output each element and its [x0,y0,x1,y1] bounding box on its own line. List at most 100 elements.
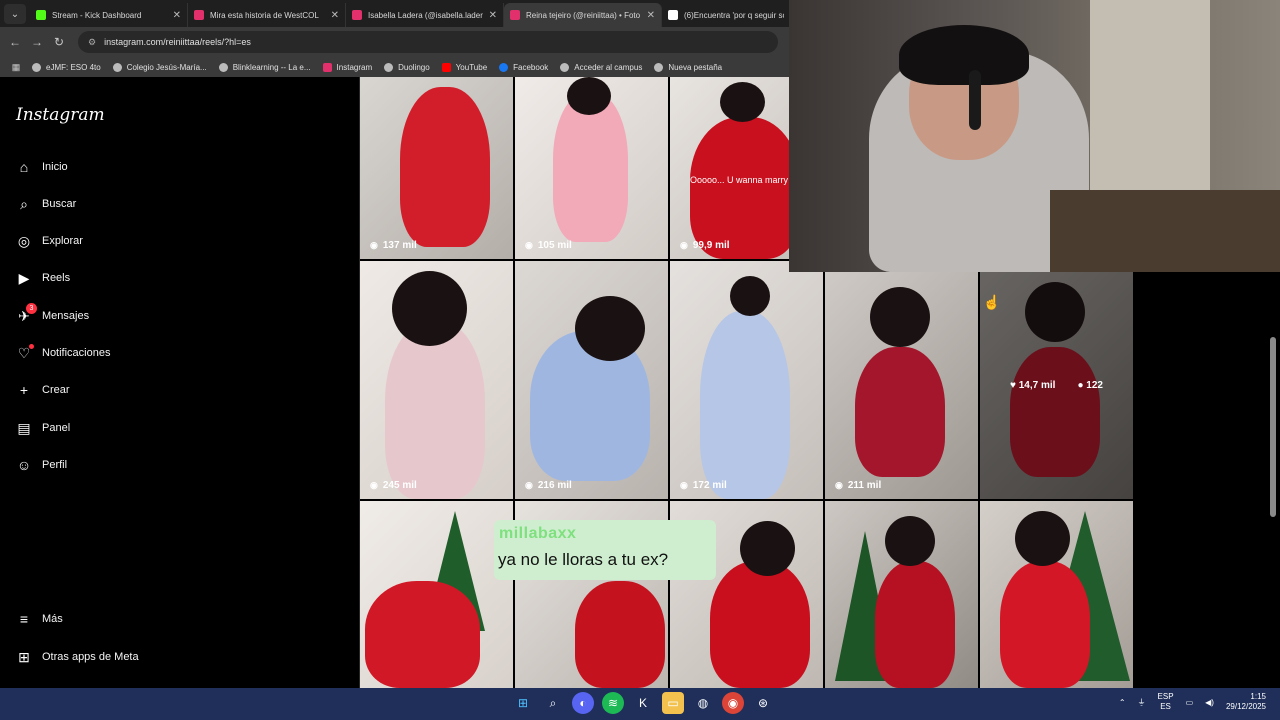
capcut-icon[interactable]: K [632,692,654,714]
chat-username: millabaxx [499,525,577,542]
windows-start-icon[interactable]: ⊞ [512,692,534,714]
reel-thumbnail[interactable]: ◉ 211 mil [825,272,978,499]
nav-buscar[interactable]: ⌕ Buscar [14,191,214,217]
reel-subject [400,87,490,247]
nav-label: Más [42,613,63,625]
meta-apps-icon: ⊞ [18,648,30,665]
chat-message: ya no le lloras a tu ex? [498,550,669,569]
nav-mas[interactable]: ≡ Más [14,606,214,632]
bookmark-item[interactable]: Facebook [499,62,548,72]
home-icon: ⌂ [19,159,29,175]
reel-thumbnail[interactable]: ◉ 245 mil [360,261,513,499]
nav-panel[interactable]: ▤ Panel [14,415,214,441]
reel-thumbnail[interactable]: ◉ 105 mil [515,77,668,259]
tab-search-button[interactable]: ⌄ [4,4,26,24]
reel-thumbnail-hovered[interactable]: ♥ 14,7 mil ● 122 [980,272,1133,499]
clock-date: 29/12/2025 [1225,702,1266,711]
windows-taskbar: ⊞ ⌕ ◐ ≋ K ▭ ◍ ◉ ⊛ ⌃ ⏚ ESP ES ▭ ◀) 1:15 2… [0,688,1280,720]
bookmark-label: Instagram [336,62,373,72]
reel-subject-head [870,287,930,347]
obs-icon[interactable]: ◍ [692,692,714,714]
apps-grid-icon[interactable]: ▦ [6,62,26,73]
reel-thumbnail[interactable] [360,501,513,688]
reload-icon[interactable]: ↻ [48,35,70,49]
bookmark-label: Colegio Jesús-María... [126,62,207,72]
sidebar: Instagram ⌂ Inicio ⌕ Buscar ◎ Explorar ▶… [0,77,360,688]
reel-thumbnail[interactable]: ◉ 137 mil [360,77,513,259]
view-count: ◉ 216 mil [525,480,572,491]
chrome-icon[interactable]: ◉ [722,692,744,714]
clock[interactable]: 1:15 29/12/2025 [1226,692,1266,712]
messages-badge: 3 [26,303,37,314]
instagram-logo[interactable]: Instagram [16,105,105,125]
nav-label: Perfil [42,459,68,471]
close-icon[interactable]: ✕ [647,10,655,21]
chevron-up-icon[interactable]: ⌃ [1119,698,1126,707]
forward-arrow-icon[interactable]: → [26,35,48,49]
tab-tiktok[interactable]: (6)Encuentra 'por q seguir solo [662,3,790,27]
bookmark-label: Nueva pestaña [668,62,723,72]
reel-subject-head [885,516,935,566]
bookmark-item[interactable]: Colegio Jesús-María... [112,62,207,72]
view-count: ◉ 245 mil [370,480,417,491]
nav-perfil[interactable]: ☺ Perfil [14,452,214,478]
bookmark-item[interactable]: Acceder al campus [560,62,642,72]
nav-mensajes[interactable]: ✈ 3 Mensajes [14,303,214,329]
url-bar[interactable]: ⚙ instagram.com/reiniittaa/reels/?hl=es [78,31,778,53]
tab-isabella[interactable]: Isabella Ladera (@isabella.lader ✕ [346,3,504,27]
nav-explorar[interactable]: ◎ Explorar [14,228,214,254]
tab-westcol-story[interactable]: Mira esta historia de WestCOL ✕ [188,3,346,27]
bookmark-item[interactable]: Instagram [322,62,373,72]
globe-icon [218,62,228,72]
globe-icon [384,62,394,72]
nav-inicio[interactable]: ⌂ Inicio [14,154,214,180]
file-explorer-icon[interactable]: ▭ [662,692,684,714]
volume-icon[interactable]: ◀) [1205,698,1214,707]
site-info-icon[interactable]: ⚙ [88,37,96,48]
view-count-text: 245 mil [382,480,417,491]
reel-thumbnail[interactable]: ◉ 216 mil [515,261,668,499]
comments-count: 122 [1086,380,1103,391]
network-icon[interactable]: ▭ [1186,698,1194,707]
eye-icon: ◉ [835,480,843,490]
eye-icon: ◉ [680,480,688,490]
view-count: ◉ 105 mil [525,240,572,251]
instagram-icon [194,10,204,20]
view-count-text: 172 mil [692,480,727,491]
streamer-hair [899,25,1029,85]
reel-thumbnail[interactable] [980,501,1133,688]
bookmark-label: eJMF: ESO 4to [46,62,101,72]
mouse-cursor-icon: ☝ [983,294,1001,310]
nav-crear[interactable]: + Crear [14,377,214,403]
back-arrow-icon[interactable]: ← [4,35,26,49]
discord-icon[interactable]: ◐ [572,692,594,714]
tab-reina[interactable]: Reina tejeiro (@reiniittaa) • Foto ✕ [504,3,662,27]
close-icon[interactable]: ✕ [331,10,339,21]
compass-icon: ◎ [17,232,31,249]
taskbar-apps: ⊞ ⌕ ◐ ≋ K ▭ ◍ ◉ ⊛ [512,692,774,714]
tab-kick[interactable]: Stream - Kick Dashboard ✕ [30,3,188,27]
bookmark-item[interactable]: YouTube [441,62,487,72]
reel-thumbnail[interactable] [825,501,978,688]
page-scrollbar[interactable] [1270,337,1276,517]
nav-reels[interactable]: ▶ Reels [14,265,214,291]
nav-label: Explorar [42,235,83,247]
reel-subject-head [567,77,611,115]
microphone-icon[interactable]: ⏚ [1138,697,1146,708]
plus-icon: + [19,382,29,398]
search-icon[interactable]: ⌕ [542,692,564,714]
close-icon[interactable]: ✕ [173,10,181,21]
steam-icon[interactable]: ⊛ [752,692,774,714]
bookmark-item[interactable]: Duolingo [384,62,430,72]
nav-meta-apps[interactable]: ⊞ Otras apps de Meta [14,644,214,670]
reel-thumbnail[interactable]: ◉ 172 mil [670,261,823,499]
bookmark-item[interactable]: eJMF: ESO 4to [32,62,101,72]
close-icon[interactable]: ✕ [489,10,497,21]
language-indicator[interactable]: ESP ES [1158,692,1174,712]
reel-subject-head [720,82,765,122]
bookmark-item[interactable]: Blinklearning -- La e... [218,62,311,72]
reel-subject-head [730,276,770,316]
spotify-icon[interactable]: ≋ [602,692,624,714]
nav-notificaciones[interactable]: ♡ Notificaciones [14,340,214,366]
bookmark-item[interactable]: Nueva pestaña [654,62,723,72]
